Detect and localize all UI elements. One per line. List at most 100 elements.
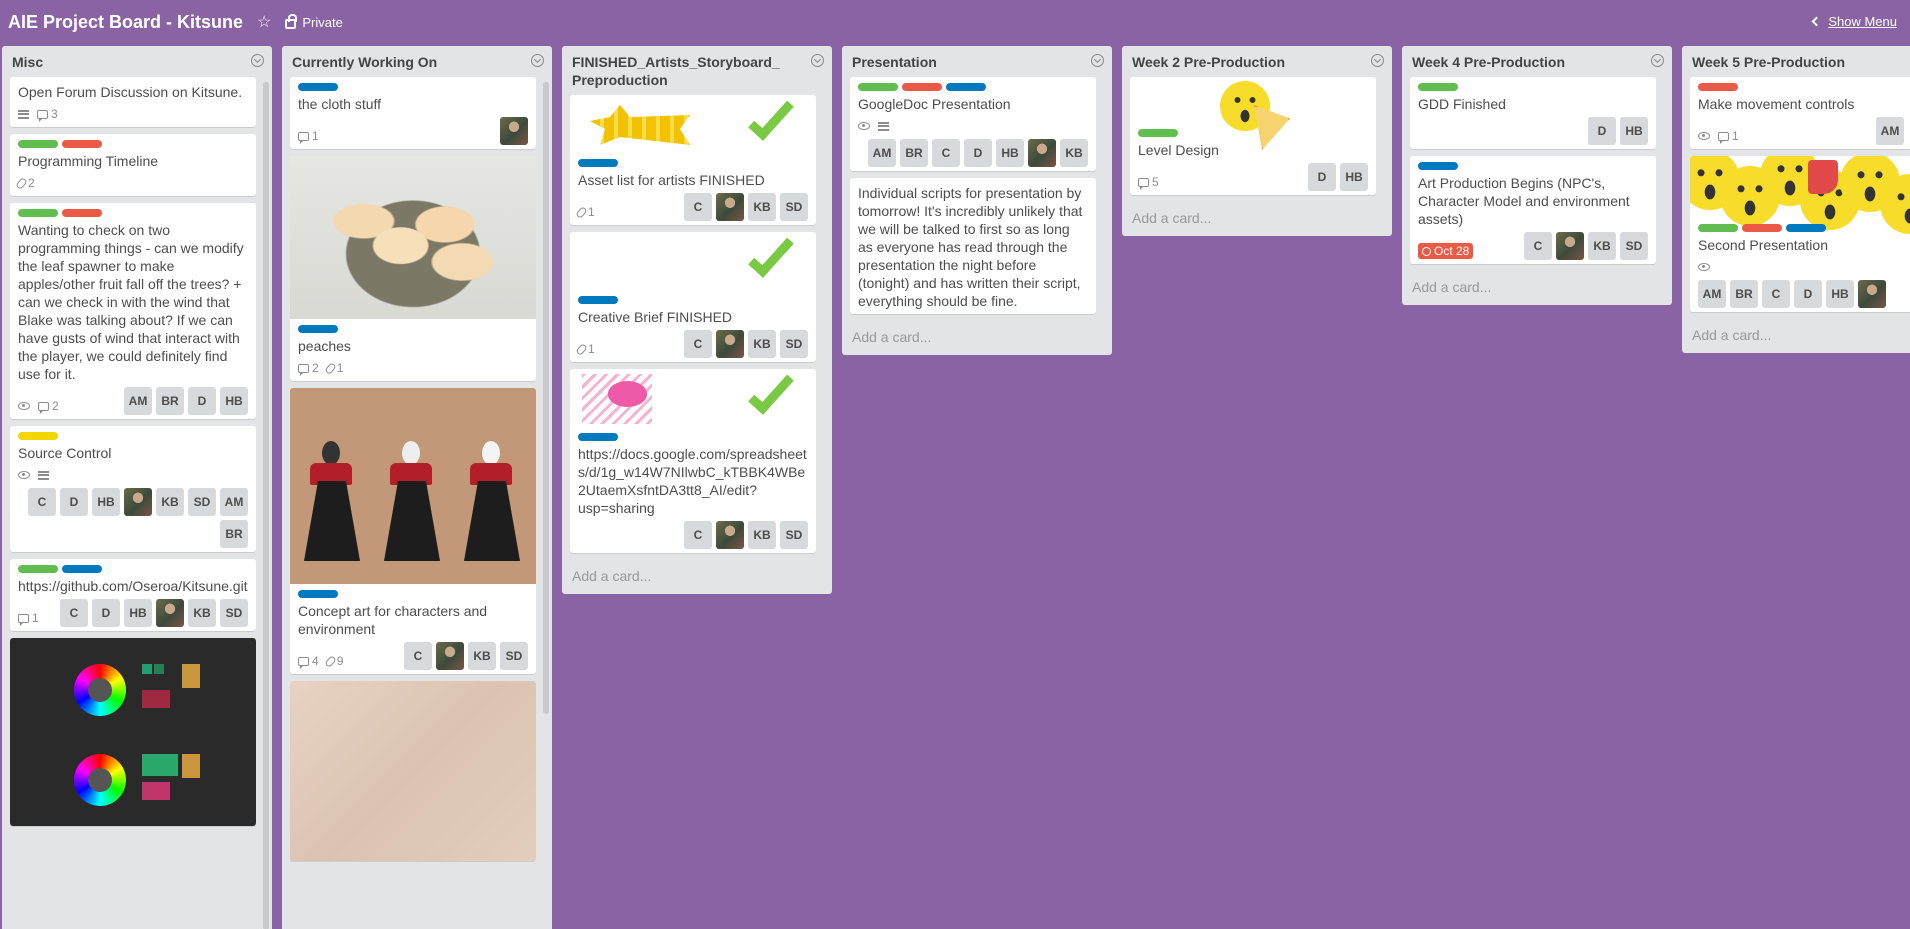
member-avatar[interactable]: HB <box>1340 163 1368 191</box>
member-avatar[interactable]: D <box>1308 163 1336 191</box>
member-avatar[interactable]: BR <box>900 139 928 167</box>
card[interactable]: Source Control C D HB KB SD AM BR <box>10 426 256 552</box>
member-avatar[interactable]: KB <box>748 521 776 549</box>
add-card-link[interactable]: Add a card... <box>1682 319 1910 353</box>
member-avatar[interactable]: C <box>404 642 432 670</box>
list-title[interactable]: Currently Working On <box>292 53 522 71</box>
member-avatar[interactable]: SD <box>780 330 808 358</box>
member-avatar[interactable]: SD <box>1620 232 1648 260</box>
member-avatar[interactable]: SD <box>220 599 248 627</box>
member-avatar[interactable]: C <box>1524 232 1552 260</box>
list-title[interactable]: Week 2 Pre-Production <box>1132 53 1362 71</box>
add-card-link[interactable]: Add a card... <box>1122 202 1392 236</box>
card[interactable]: the cloth stuff 1 <box>290 77 536 149</box>
card[interactable]: https://github.com/Oseroa/Kitsune.git 1 … <box>10 559 256 631</box>
list-title[interactable]: Presentation <box>852 53 1082 71</box>
card[interactable]: Wanting to check on two programming thin… <box>10 203 256 419</box>
board-title[interactable]: AIE Project Board - Kitsune <box>8 12 243 33</box>
add-card-link[interactable]: Add a card... <box>282 919 552 929</box>
member-avatar[interactable]: D <box>92 599 120 627</box>
member-avatar[interactable]: SD <box>188 488 216 516</box>
member-avatar[interactable]: AM <box>1876 117 1904 145</box>
member-avatar[interactable]: SD <box>500 642 528 670</box>
member-avatar[interactable]: HB <box>92 488 120 516</box>
member-avatar[interactable]: HB <box>220 387 248 415</box>
member-avatar[interactable]: KB <box>188 599 216 627</box>
star-button[interactable]: ☆ <box>257 12 271 32</box>
member-avatar[interactable]: HB <box>1620 117 1648 145</box>
member-photo-avatar[interactable] <box>716 330 744 358</box>
list-menu-icon[interactable] <box>1651 54 1664 67</box>
add-card-link[interactable]: Add a card... <box>562 560 832 594</box>
card[interactable] <box>290 681 536 861</box>
member-avatar[interactable]: KB <box>468 642 496 670</box>
member-avatar[interactable]: BR <box>156 387 184 415</box>
list-menu-icon[interactable] <box>1371 54 1384 67</box>
member-avatar[interactable]: C <box>932 139 960 167</box>
add-card-link[interactable]: Add a card... <box>842 321 1112 355</box>
member-avatar[interactable]: HB <box>124 599 152 627</box>
card[interactable]: Art Production Begins (NPC's, Character … <box>1410 156 1656 264</box>
member-avatar[interactable]: SD <box>780 193 808 221</box>
member-avatar[interactable]: AM <box>868 139 896 167</box>
show-menu-link[interactable]: Show Menu <box>1811 14 1897 29</box>
member-avatar[interactable]: C <box>60 599 88 627</box>
member-avatar[interactable]: D <box>1588 117 1616 145</box>
member-avatar[interactable]: C <box>684 330 712 358</box>
card[interactable]: Level Design 5 D HB <box>1130 77 1376 195</box>
list-title[interactable]: Week 5 Pre-Production <box>1692 53 1880 71</box>
member-avatar[interactable]: SD <box>780 521 808 549</box>
member-avatar[interactable]: HB <box>996 139 1024 167</box>
list-menu-icon[interactable] <box>251 54 264 67</box>
list-title[interactable]: Misc <box>12 53 242 71</box>
card-color-swatches[interactable] <box>10 638 256 826</box>
card[interactable]: GoogleDoc Presentation AM BR C D HB KB <box>850 77 1096 171</box>
card[interactable]: Creative Brief FINISHED 1 C KB SD <box>570 232 816 362</box>
member-avatar[interactable]: KB <box>748 193 776 221</box>
member-avatar[interactable]: C <box>684 521 712 549</box>
member-photo-avatar[interactable] <box>500 117 528 145</box>
member-photo-avatar[interactable] <box>124 488 152 516</box>
member-avatar[interactable]: C <box>1762 280 1790 308</box>
member-photo-avatar[interactable] <box>1028 139 1056 167</box>
member-avatar[interactable]: D <box>60 488 88 516</box>
member-photo-avatar[interactable] <box>436 642 464 670</box>
card[interactable]: GDD Finished D HB <box>1410 77 1656 149</box>
card[interactable]: Second Presentation AM BR C D HB <box>1690 156 1910 312</box>
card[interactable]: Open Forum Discussion on Kitsune. 3 <box>10 77 256 127</box>
member-avatar[interactable]: HB <box>1826 280 1854 308</box>
member-avatar[interactable]: KB <box>156 488 184 516</box>
visibility-button[interactable]: Private <box>285 13 343 30</box>
member-avatar[interactable]: AM <box>220 488 248 516</box>
card[interactable]: https://docs.google.com/spreadsheets/d/1… <box>570 369 816 553</box>
member-avatar[interactable]: KB <box>1060 139 1088 167</box>
member-photo-avatar[interactable] <box>1858 280 1886 308</box>
list-menu-icon[interactable] <box>811 54 824 67</box>
card[interactable]: peaches 2 1 <box>290 156 536 381</box>
card[interactable]: Make movement controls 1 AM <box>1690 77 1910 149</box>
list-menu-icon[interactable] <box>531 54 544 67</box>
list-menu-icon[interactable] <box>1091 54 1104 67</box>
member-photo-avatar[interactable] <box>716 521 744 549</box>
member-photo-avatar[interactable] <box>1556 232 1584 260</box>
member-avatar[interactable]: D <box>1794 280 1822 308</box>
member-avatar[interactable]: C <box>684 193 712 221</box>
member-avatar[interactable]: BR <box>1730 280 1758 308</box>
member-avatar[interactable]: KB <box>1588 232 1616 260</box>
member-photo-avatar[interactable] <box>716 193 744 221</box>
list-title[interactable]: FINISHED_Artists_Storyboard_ Preproducti… <box>572 53 802 89</box>
member-avatar[interactable]: D <box>964 139 992 167</box>
member-avatar[interactable]: AM <box>1698 280 1726 308</box>
member-avatar[interactable]: BR <box>220 520 248 548</box>
list-title[interactable]: Week 4 Pre-Production <box>1412 53 1642 71</box>
card[interactable]: Concept art for characters and environme… <box>290 388 536 674</box>
card[interactable]: Programming Timeline 2 <box>10 134 256 196</box>
card[interactable]: Asset list for artists FINISHED 1 C KB S… <box>570 95 816 225</box>
card[interactable]: Individual scripts for presentation by t… <box>850 178 1096 314</box>
member-photo-avatar[interactable] <box>156 599 184 627</box>
member-avatar[interactable]: AM <box>124 387 152 415</box>
member-avatar[interactable]: D <box>188 387 216 415</box>
member-avatar[interactable]: KB <box>748 330 776 358</box>
add-card-link[interactable]: Add a card... <box>1402 271 1672 305</box>
member-avatar[interactable]: C <box>28 488 56 516</box>
